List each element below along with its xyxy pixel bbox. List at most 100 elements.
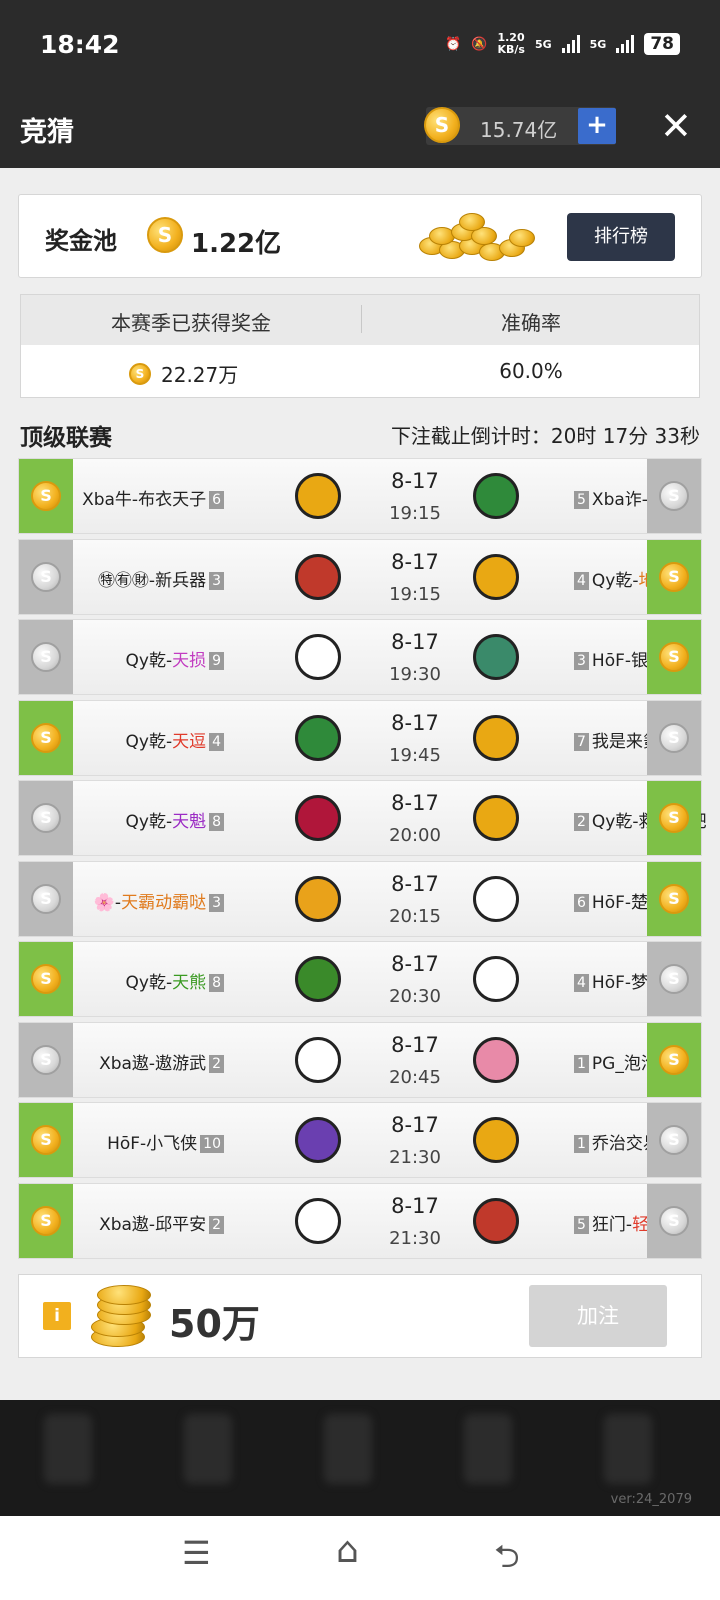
bet-amount: 50万	[169, 1302, 260, 1346]
home-team-name: Qy乾-天魁 8	[126, 807, 228, 832]
bet-away-button[interactable]: S	[647, 1022, 701, 1097]
bet-away-button[interactable]: S	[647, 1183, 701, 1258]
earned-header: 本赛季已获得奖金	[111, 311, 271, 335]
bet-home-button[interactable]: S	[19, 1103, 73, 1177]
away-team-logo	[473, 473, 519, 519]
home-team-level: 4	[209, 732, 224, 751]
coin-icon: S	[659, 481, 689, 511]
away-team-level: 1	[574, 1054, 589, 1073]
coin-icon: S	[659, 1205, 689, 1236]
home-team-level: 8	[209, 974, 224, 992]
match-row: S Qy乾-天逗 4 8-17 19:45 7 我是来氪金的 S	[18, 699, 702, 776]
bet-away-button[interactable]: S	[647, 700, 701, 775]
prize-pool-label: 奖金池	[45, 227, 117, 255]
coin-stack-icon	[81, 1283, 153, 1353]
bet-home-button[interactable]: S	[19, 459, 73, 533]
bet-away-button[interactable]: S	[647, 620, 701, 694]
home-team-prefix: Qy乾-	[125, 812, 173, 832]
match-date: 8-17	[391, 952, 439, 976]
info-icon[interactable]: i	[43, 1302, 71, 1330]
bet-home-button[interactable]: S	[19, 861, 73, 936]
away-team-level: 7	[574, 732, 589, 751]
status-icons: ⏰ 🔕 1.20 KB/s 5G 5G 78	[445, 32, 680, 56]
match-time: 20:15	[389, 905, 441, 927]
match-info: Xba牛-布衣天子 6 8-17 19:15 5 Xba诈-wdzs	[73, 459, 690, 533]
leaderboard-button[interactable]: 排行榜	[567, 213, 675, 261]
match-date: 8-17	[391, 1193, 439, 1218]
coin-icon: S	[31, 1125, 61, 1155]
game-bottom-nav: ver:24_2079	[0, 1400, 720, 1516]
coin-icon: S	[659, 722, 689, 753]
match-time: 19:30	[389, 664, 441, 685]
bet-bar: i 50万 加注	[18, 1274, 702, 1358]
match-date: 8-17	[391, 549, 439, 574]
away-team-logo	[473, 714, 519, 761]
away-team-logo	[473, 875, 519, 922]
back-icon[interactable]: ⮌	[494, 1534, 520, 1588]
accuracy-value: 60.0%	[499, 359, 563, 383]
bet-home-button[interactable]: S	[19, 620, 73, 694]
add-balance-button[interactable]: +	[578, 108, 616, 144]
away-team-level: 4	[574, 974, 589, 992]
home-team-logo	[295, 1117, 341, 1163]
away-team-logo	[473, 553, 519, 600]
coin-icon: S	[31, 1044, 61, 1075]
bet-home-button[interactable]: S	[19, 942, 73, 1016]
system-nav-bar: ☰ ⌂ ⮌	[0, 1516, 720, 1600]
home-team-level: 10	[200, 1135, 224, 1153]
signal-icon	[561, 35, 580, 53]
raise-bet-button[interactable]: 加注	[529, 1285, 667, 1347]
menu-icon[interactable]: ☰	[182, 1534, 211, 1572]
home-team-name: ㊕㊒㊖-新兵器 3	[98, 566, 227, 591]
nav-item-blurred[interactable]	[184, 1414, 232, 1484]
home-team-highlight: 天霸动霸哒	[121, 892, 207, 913]
network-label-1: 5G	[534, 37, 552, 51]
match-time: 19:15	[389, 503, 441, 524]
bet-away-button[interactable]: S	[647, 539, 701, 614]
close-icon[interactable]: ✕	[660, 104, 692, 148]
match-info: ㊕㊒㊖-新兵器3 8-17 19:15 4Qy乾-地良	[73, 539, 673, 614]
home-team-prefix: Xba遨-遨游武	[99, 1053, 207, 1074]
match-date: 8-17	[391, 1113, 439, 1137]
home-team-logo	[295, 553, 341, 600]
bet-away-button[interactable]: S	[647, 459, 701, 533]
home-team-prefix: ㊕㊒㊖-新兵器	[97, 570, 207, 591]
match-time: 20:45	[389, 1066, 441, 1088]
bet-away-button[interactable]: S	[647, 942, 701, 1016]
signal-icon-2	[616, 35, 635, 53]
nav-item-blurred[interactable]	[604, 1414, 652, 1484]
nav-item-blurred[interactable]	[324, 1414, 372, 1484]
match-time: 21:30	[389, 1147, 441, 1168]
match-info: Xba遨-邱平安2 8-17 21:30 5狂门-轻狂	[73, 1183, 666, 1258]
bet-away-button[interactable]: S	[647, 861, 701, 936]
home-team-logo	[295, 875, 341, 922]
mute-icon: 🔕	[471, 36, 488, 52]
match-info: Qy乾-天魁8 8-17 20:00 2Qy乾-救救我吧	[73, 781, 707, 855]
coin-icon: S	[31, 803, 61, 833]
network-label-2: 5G	[589, 37, 607, 51]
alarm-icon: ⏰	[445, 36, 462, 52]
home-team-logo	[295, 634, 341, 680]
bet-home-button[interactable]: S	[19, 781, 73, 855]
coin-icon: S	[31, 642, 61, 672]
home-team-prefix: Xba牛-布衣天子	[82, 490, 207, 510]
match-info: Qy乾-天损 9 8-17 19:30 3 HōF-银狼踏雪	[73, 620, 699, 694]
accuracy-header: 准确率	[501, 311, 561, 335]
prize-pool-panel: 奖金池 S 1.22亿 排行榜	[18, 194, 702, 278]
match-row: S HōF-小飞侠 10 8-17 21:30 1 乔治交易之神 S	[18, 1102, 702, 1178]
home-icon[interactable]: ⌂	[336, 1530, 359, 1571]
match-time: 20:30	[389, 986, 441, 1007]
home-team-highlight: 天魁	[172, 812, 207, 832]
nav-item-blurred[interactable]	[464, 1414, 512, 1484]
home-team-name: Qy乾-天逗 4	[126, 727, 228, 752]
bet-home-button[interactable]: S	[19, 539, 73, 614]
bet-away-button[interactable]: S	[647, 781, 701, 855]
bet-away-button[interactable]: S	[647, 1103, 701, 1177]
bet-home-button[interactable]: S	[19, 1022, 73, 1097]
nav-item-blurred[interactable]	[44, 1414, 92, 1484]
bet-home-button[interactable]: S	[19, 1183, 73, 1258]
bet-home-button[interactable]: S	[19, 700, 73, 775]
away-team-level: 2	[574, 813, 589, 831]
home-team-logo	[295, 473, 341, 519]
home-team-name: Qy乾-天损 9	[126, 646, 228, 671]
